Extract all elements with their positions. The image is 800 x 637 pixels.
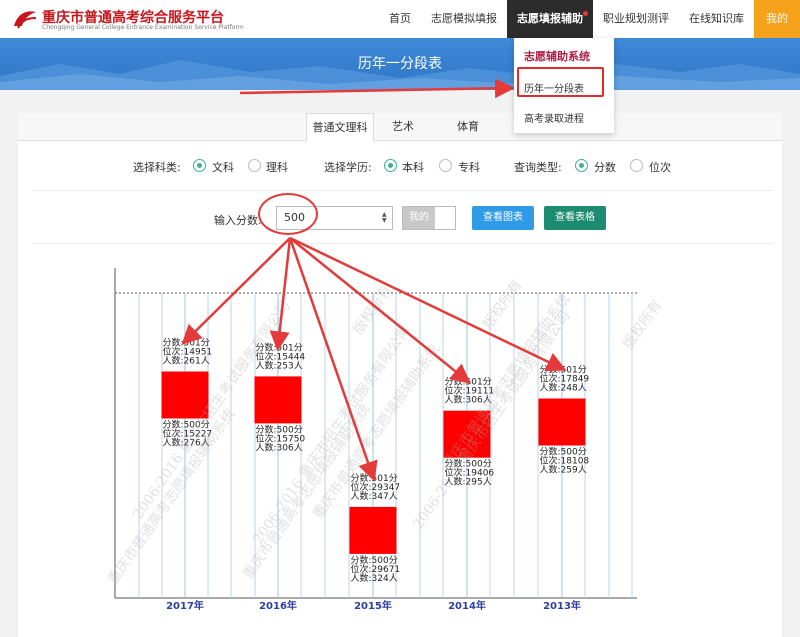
dropdown-header: 志愿辅助系统 <box>524 50 590 63</box>
category-tick-label: 2015年 <box>354 599 392 612</box>
menu-item-admission-progress[interactable]: 高考录取进程 <box>524 110 584 125</box>
bar-lower-label: 人数:324人 <box>351 572 398 584</box>
bar <box>254 376 302 424</box>
category-tick-label: 2014年 <box>448 599 486 612</box>
assist-dropdown-menu: 志愿辅助系统 历年一分段表 高考录取进程 <box>514 38 614 133</box>
bar-upper-label: 人数:347人 <box>351 490 398 502</box>
annotation-arrow <box>269 237 292 352</box>
category-tick-label: 2013年 <box>543 599 581 612</box>
watermark-text: 版权所有 <box>620 297 665 352</box>
bar-lower-label: 人数:259人 <box>540 464 587 476</box>
bar-lower-label: 人数:306人 <box>256 441 303 453</box>
bar <box>349 506 397 554</box>
bar <box>538 398 586 446</box>
rank-chart: 分数:501分位次:14951人数:261人分数:500分位次:15227人数:… <box>104 78 665 612</box>
annotation-arrow <box>239 78 515 99</box>
bar-upper-label: 人数:248人 <box>540 382 587 394</box>
watermark-text: 版权所有 <box>480 277 525 332</box>
bar-upper-label: 人数:253人 <box>256 359 303 371</box>
category-tick-label: 2016年 <box>259 599 297 612</box>
annotation-highlight-box <box>517 67 604 97</box>
bar-upper-label: 人数:261人 <box>163 355 210 367</box>
category-tick-label: 2017年 <box>166 599 204 612</box>
